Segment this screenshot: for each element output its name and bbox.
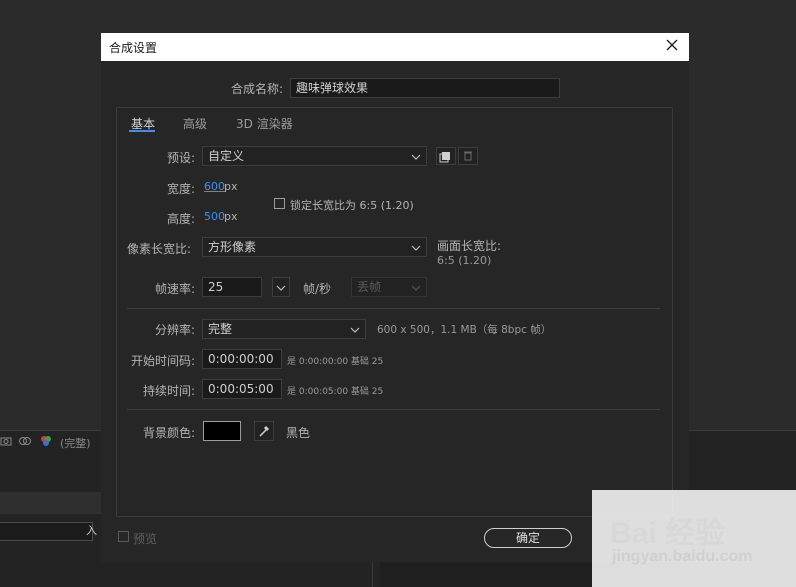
height-label: 高度: [167,212,196,226]
close-icon[interactable] [665,38,679,52]
drop-frame-value: 丢帧 [357,280,382,294]
chevron-down-icon [411,280,421,291]
tab-advanced[interactable]: 高级 [183,115,207,132]
pixel-aspect-label: 像素长宽比: [127,242,192,256]
save-preset-button[interactable] [436,147,456,165]
frame-aspect-label: 画面长宽比: [437,239,502,253]
preset-select[interactable]: 自定义 [202,146,427,166]
duration-input[interactable]: 0:00:05:00 [202,379,282,399]
color-wheel-icon[interactable] [40,435,52,450]
comp-name-label: 合成名称: [231,82,284,96]
resolution-value: 完整 [208,322,233,336]
frame-aspect-value: 6:5 (1.20) [437,254,492,267]
chevron-down-icon [411,149,421,160]
start-timecode-label: 开始时间码: [131,354,196,368]
height-value[interactable]: 500 [204,210,225,223]
width-value[interactable]: 600 [204,180,225,193]
duration-info: 是 0:00:05:00 基础 25 [287,387,384,397]
composition-settings-dialog: 合成设置 合成名称: 趣味弹球效果 基本 高级 3D 渲染器 预设: 自定义 宽… [101,33,689,562]
resolution-text[interactable]: (完整) [60,435,91,451]
ok-button[interactable]: 确定 [484,528,572,548]
section-divider [127,409,660,410]
start-timecode-input[interactable]: 0:00:00:00 [202,349,282,369]
bg-color-name: 黑色 [286,426,311,440]
frame-rate-input[interactable]: 25 [202,277,262,297]
frame-rate-unit: 帧/秒 [303,282,332,296]
section-divider [127,308,660,309]
settings-panel [116,107,673,517]
camera-icon[interactable] [0,435,12,450]
preview-checkbox[interactable] [118,531,129,542]
frame-rate-dropdown[interactable] [272,277,290,297]
tab-active-indicator [129,130,155,132]
height-unit: px [224,210,238,223]
watermark: Bai 经验 jingyan.baidu.com [592,490,796,587]
pixel-aspect-select[interactable]: 方形像素 [202,237,427,257]
resolution-info: 600 x 500，1.1 MB（每 8bpc 帧） [377,324,552,336]
watermark-url: jingyan.baidu.com [612,548,753,565]
delete-preset-button[interactable] [458,147,478,165]
search-input[interactable] [0,522,93,541]
channel-icon[interactable] [18,435,32,450]
resolution-label: 分辨率: [155,323,196,337]
watermark-logo-text: Bai 经验 [610,517,726,550]
bg-color-swatch[interactable] [203,421,241,441]
dialog-titlebar: 合成设置 [101,33,689,61]
viewer-toolbar: (完整) [0,432,110,452]
bg-color-label: 背景颜色: [143,426,196,440]
pixel-aspect-value: 方形像素 [208,240,257,254]
resolution-select[interactable]: 完整 [202,319,366,339]
comp-name-input[interactable]: 趣味弹球效果 [290,78,560,98]
start-timecode-info: 是 0:00:00:00 基础 25 [287,357,384,367]
eyedropper-button[interactable] [254,421,274,441]
duration-label: 持续时间: [143,384,196,398]
chevron-down-icon [350,322,360,333]
lock-aspect-label: 锁定长宽比为 6:5 (1.20) [290,199,414,212]
eyedropper-icon [255,425,273,443]
chevron-down-icon [411,240,421,251]
width-unit: px [224,180,238,193]
chevron-down-icon [276,280,286,291]
tab-3d-renderer[interactable]: 3D 渲染器 [236,115,293,132]
input-end-label: 入 [86,524,97,537]
layer-strip [0,492,110,514]
dialog-title: 合成设置 [109,41,158,55]
preset-value: 自定义 [208,149,245,163]
drop-frame-select: 丢帧 [351,277,427,297]
preset-label: 预设: [167,151,196,165]
preview-label: 预览 [133,532,158,546]
lock-aspect-checkbox[interactable] [274,198,285,209]
width-label: 宽度: [167,182,196,196]
frame-rate-label: 帧速率: [155,282,196,296]
